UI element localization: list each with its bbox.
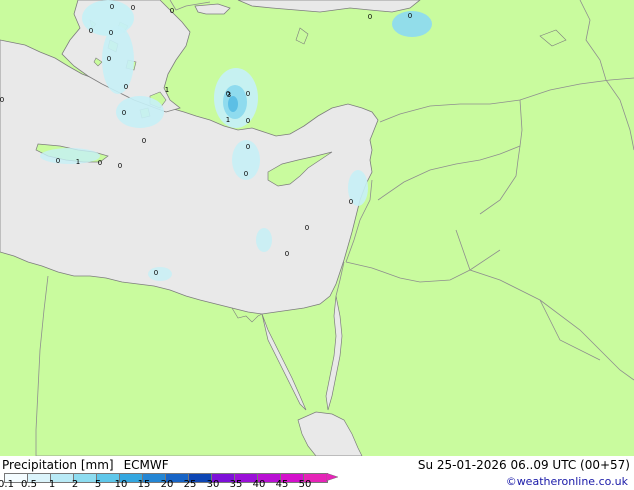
point-value-label: 0 <box>142 137 146 145</box>
legend-bar: Precipitation [mm] ECMWF Su 25-01-2026 06… <box>0 456 634 490</box>
precipitation-map: 0 0 00 00 000 10000 1 003 01 00000000 <box>0 0 634 456</box>
scale-tick-label: 1 <box>48 479 56 490</box>
precip-south-sea <box>256 228 272 252</box>
scale-tick-label: 0.1 <box>0 479 14 490</box>
point-value-label: 0 <box>349 198 353 206</box>
scale-tick-label: 40 <box>252 479 266 490</box>
point-value-label: 0 <box>122 109 126 117</box>
credit-link[interactable]: ©weatheronline.co.uk <box>506 475 628 488</box>
point-value-label: 0 <box>368 13 372 21</box>
point-value-label: 0 <box>118 162 122 170</box>
point-value-label: 0 <box>109 29 113 37</box>
legend-title-row: Precipitation [mm] ECMWF <box>2 458 169 472</box>
point-value-label: 0 <box>131 4 135 12</box>
legend-title: Precipitation [mm] <box>2 458 114 472</box>
scale-tick-label: 5 <box>94 479 102 490</box>
precip-crete-area <box>40 148 100 164</box>
point-value-label: 0 <box>89 27 93 35</box>
point-value-label: 1 <box>165 86 169 94</box>
point-value-label: 3 <box>227 91 231 99</box>
point-value-label: 1 <box>76 158 80 166</box>
point-value-label: 0 <box>305 224 309 232</box>
point-value-label: 0 <box>154 269 158 277</box>
scale-tick-label: 25 <box>183 479 197 490</box>
point-value-label: 0 <box>0 96 4 104</box>
scale-tick-label: 45 <box>275 479 289 490</box>
scale-tick-label: 10 <box>114 479 128 490</box>
scale-tick-label: 35 <box>229 479 243 490</box>
scale-overflow-arrow <box>326 473 338 481</box>
point-value-label: 0 <box>56 157 60 165</box>
scale-tick-label: 15 <box>137 479 151 490</box>
point-value-label: 0 <box>98 159 102 167</box>
point-value-label: 0 <box>246 90 250 98</box>
point-value-label: 0 <box>408 12 412 20</box>
weather-map-view: 0000000001000010030100000000 Precipitati… <box>0 0 634 490</box>
point-value-label: 0 <box>246 117 250 125</box>
valid-time: Su 25-01-2026 06..09 UTC (00+57) <box>417 458 630 472</box>
point-value-label: 1 <box>226 116 230 124</box>
scale-tick-label: 20 <box>160 479 174 490</box>
point-value-label: 0 <box>170 7 174 15</box>
point-value-label: 0 <box>285 250 289 258</box>
scale-tick-label: 2 <box>71 479 79 490</box>
scale-tick-label: 50 <box>298 479 312 490</box>
point-value-label: 0 <box>244 170 248 178</box>
point-value-label: 0 <box>110 3 114 11</box>
model-name: ECMWF <box>123 458 169 472</box>
color-scale: 0.1 0.5 1 2 5 10 15 20 25 30 35 40 45 50 <box>0 473 338 490</box>
point-value-label: 0 <box>124 83 128 91</box>
precip-libya-coast <box>148 267 172 281</box>
scale-tick-label: 0.5 <box>21 479 37 490</box>
point-value-label: 0 <box>107 55 111 63</box>
scale-tick-label: 30 <box>206 479 220 490</box>
point-value-label: 0 <box>246 143 250 151</box>
